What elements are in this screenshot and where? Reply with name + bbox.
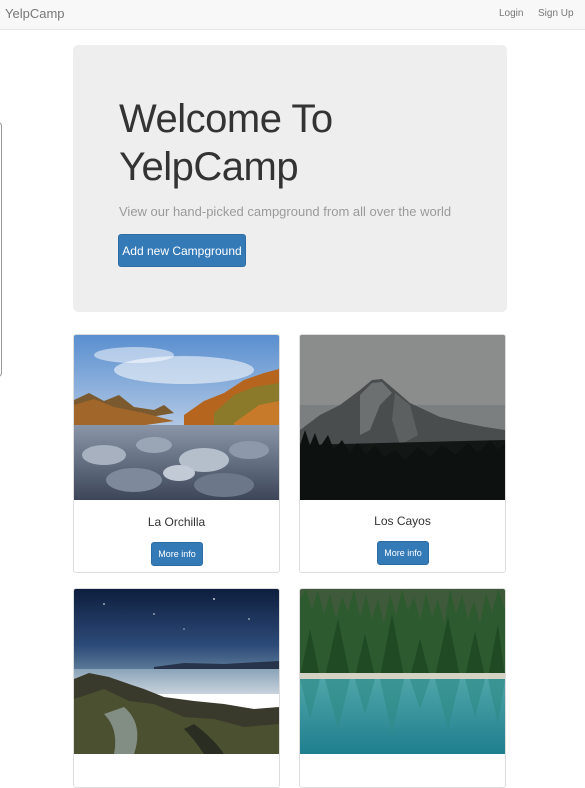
campground-image[interactable]	[74, 335, 279, 500]
add-campground-button[interactable]: Add new Campground	[118, 234, 246, 267]
campground-image[interactable]	[300, 589, 505, 754]
page-title: Welcome To YelpCamp	[119, 95, 479, 191]
campground-card: La Orchilla More info	[73, 334, 280, 573]
more-info-button[interactable]: More info	[151, 542, 203, 566]
campground-card	[73, 588, 280, 788]
side-frame-edge	[0, 122, 2, 377]
campground-image[interactable]	[74, 589, 279, 754]
campground-card: Los Cayos More info	[299, 334, 506, 573]
jumbotron: Welcome To YelpCamp View our hand-picked…	[73, 45, 507, 312]
login-link[interactable]: Login	[499, 8, 523, 19]
brand-link[interactable]: YelpCamp	[5, 6, 65, 21]
page-subtitle: View our hand-picked campground from all…	[119, 204, 452, 219]
navbar: YelpCamp Login Sign Up	[0, 0, 585, 30]
campground-name: Los Cayos	[374, 514, 431, 528]
campground-card	[299, 588, 506, 788]
campground-name: La Orchilla	[147, 515, 206, 529]
page-title-line-2: YelpCamp	[119, 145, 299, 189]
signup-link[interactable]: Sign Up	[538, 8, 574, 19]
page-title-line-1: Welcome To	[119, 97, 333, 141]
more-info-button[interactable]: More info	[377, 541, 429, 565]
campground-image[interactable]	[300, 335, 505, 500]
